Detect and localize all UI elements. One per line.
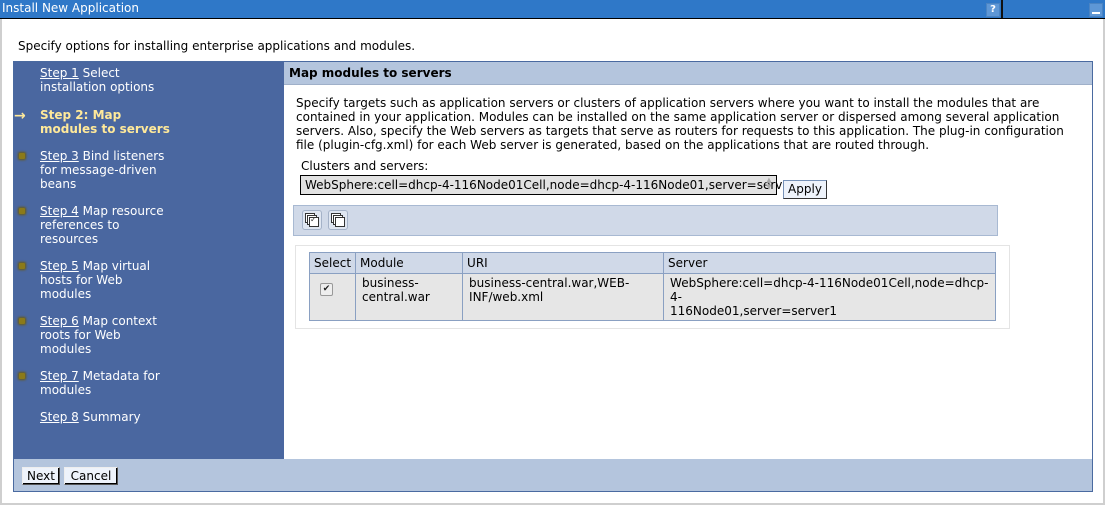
step-5-text-line1: Map virtual bbox=[82, 259, 151, 273]
column-header-select: Select bbox=[308, 252, 357, 274]
column-header-server: Server bbox=[663, 252, 997, 274]
step-8: Step 8 Summary bbox=[40, 410, 175, 424]
bullet-icon bbox=[16, 205, 28, 217]
step-6-text-line2: roots for Web bbox=[40, 328, 121, 342]
uri-cell: business-central.war,WEB- INF/web.xml bbox=[462, 273, 665, 321]
arrow-right-icon: → bbox=[14, 108, 26, 124]
steps-sidebar: Step 1 Select installation options → Ste… bbox=[14, 62, 284, 459]
step-6: Step 6 Map context roots for Web modules bbox=[40, 314, 175, 356]
titlebar-divider bbox=[1001, 0, 1003, 18]
step-3-text-line2: for message-driven bbox=[40, 163, 157, 177]
step-5-link[interactable]: Step 5 bbox=[40, 259, 79, 273]
step-4-link[interactable]: Step 4 bbox=[40, 204, 79, 218]
step-4-text-line3: resources bbox=[40, 232, 99, 246]
apply-button[interactable]: Apply bbox=[783, 180, 827, 199]
intro-text: Specify options for installing enterpris… bbox=[18, 39, 416, 53]
bullet-icon bbox=[16, 260, 28, 272]
step-2-current: Step 2: Map modules to servers bbox=[40, 108, 175, 136]
server-line1: WebSphere:cell=dhcp-4-116Node01Cell,node… bbox=[670, 276, 989, 304]
step-7-text-line2: modules bbox=[40, 383, 92, 397]
column-header-uri: URI bbox=[462, 252, 665, 274]
install-wizard: Step 1 Select installation options → Ste… bbox=[13, 61, 1093, 492]
next-button[interactable]: Next bbox=[22, 467, 60, 485]
step-7-text-line1: Metadata for bbox=[82, 369, 160, 383]
select-cell: ✔ bbox=[308, 273, 357, 321]
deselect-all-icon[interactable] bbox=[328, 210, 348, 230]
step-1: Step 1 Select installation options bbox=[40, 66, 175, 94]
uri-line2: INF/web.xml bbox=[469, 290, 544, 304]
frame-border-left bbox=[0, 19, 2, 505]
listbox-scroll-arrows-icon[interactable]: ▲ ▼ bbox=[763, 177, 775, 193]
column-header-module: Module bbox=[355, 252, 464, 274]
step-4-text-line2: references to bbox=[40, 218, 120, 232]
module-name-line2: central.war bbox=[362, 290, 430, 304]
clusters-servers-selected-option[interactable]: WebSphere:cell=dhcp-4-116Node01Cell,node… bbox=[305, 178, 802, 192]
table-row: ✔ business- central.war business-central… bbox=[308, 273, 997, 321]
table-toolbar bbox=[293, 205, 998, 236]
step-2-label-line1: Step 2: Map bbox=[40, 108, 122, 122]
window-title: Install New Application bbox=[2, 1, 139, 15]
step-8-text-line1: Summary bbox=[82, 410, 141, 424]
modules-table-container: Select Module URI Server ✔ business- cen… bbox=[295, 245, 1010, 329]
step-2-label-line2: modules to servers bbox=[40, 122, 170, 136]
step-7: Step 7 Metadata for modules bbox=[40, 369, 175, 397]
step-7-link[interactable]: Step 7 bbox=[40, 369, 79, 383]
server-line2: 116Node01,server=server1 bbox=[670, 304, 837, 318]
server-cell: WebSphere:cell=dhcp-4-116Node01Cell,node… bbox=[663, 273, 997, 321]
step-3-link[interactable]: Step 3 bbox=[40, 149, 79, 163]
step-5-text-line3: modules bbox=[40, 287, 92, 301]
wizard-footer: Next Cancel bbox=[14, 459, 1092, 491]
step-6-text-line1: Map context bbox=[82, 314, 157, 328]
minimize-icon[interactable] bbox=[1089, 3, 1103, 17]
step-6-link[interactable]: Step 6 bbox=[40, 314, 79, 328]
uri-line1: business-central.war,WEB- bbox=[469, 276, 630, 290]
window-titlebar: Install New Application ? bbox=[0, 0, 1105, 19]
panel-header: Map modules to servers bbox=[284, 62, 1092, 85]
step-1-text-line2: installation options bbox=[40, 80, 155, 94]
step-4: Step 4 Map resource references to resour… bbox=[40, 204, 175, 246]
clusters-servers-label: Clusters and servers: bbox=[301, 159, 429, 173]
step-3-text-line1: Bind listeners bbox=[82, 149, 165, 163]
step-panel: Map modules to servers Specify targets s… bbox=[284, 62, 1092, 459]
step-8-link[interactable]: Step 8 bbox=[40, 410, 79, 424]
step-1-link[interactable]: Step 1 bbox=[40, 66, 79, 80]
step-6-text-line3: modules bbox=[40, 342, 92, 356]
step-3: Step 3 Bind listeners for message-driven… bbox=[40, 149, 175, 191]
panel-description: Specify targets such as application serv… bbox=[296, 96, 1064, 152]
row-select-checkbox[interactable]: ✔ bbox=[320, 283, 333, 296]
bullet-icon bbox=[16, 150, 28, 162]
step-5-text-line2: hosts for Web bbox=[40, 273, 123, 287]
step-3-text-line3: beans bbox=[40, 177, 77, 191]
clusters-servers-listbox[interactable]: WebSphere:cell=dhcp-4-116Node01Cell,node… bbox=[300, 175, 802, 195]
step-1-text-line1: Select bbox=[82, 66, 120, 80]
cancel-button[interactable]: Cancel bbox=[64, 467, 118, 485]
step-5: Step 5 Map virtual hosts for Web modules bbox=[40, 259, 175, 301]
module-cell: business- central.war bbox=[355, 273, 464, 321]
panel-heading: Map modules to servers bbox=[289, 66, 452, 80]
help-icon[interactable]: ? bbox=[986, 3, 1000, 17]
table-header-row: Select Module URI Server bbox=[308, 252, 997, 274]
bullet-icon bbox=[16, 315, 28, 327]
bullet-icon bbox=[16, 370, 28, 382]
module-name-line1: business- bbox=[362, 276, 419, 290]
modules-table: Select Module URI Server ✔ business- cen… bbox=[308, 252, 997, 321]
select-all-icon[interactable] bbox=[302, 210, 322, 230]
step-4-text-line1: Map resource bbox=[82, 204, 164, 218]
